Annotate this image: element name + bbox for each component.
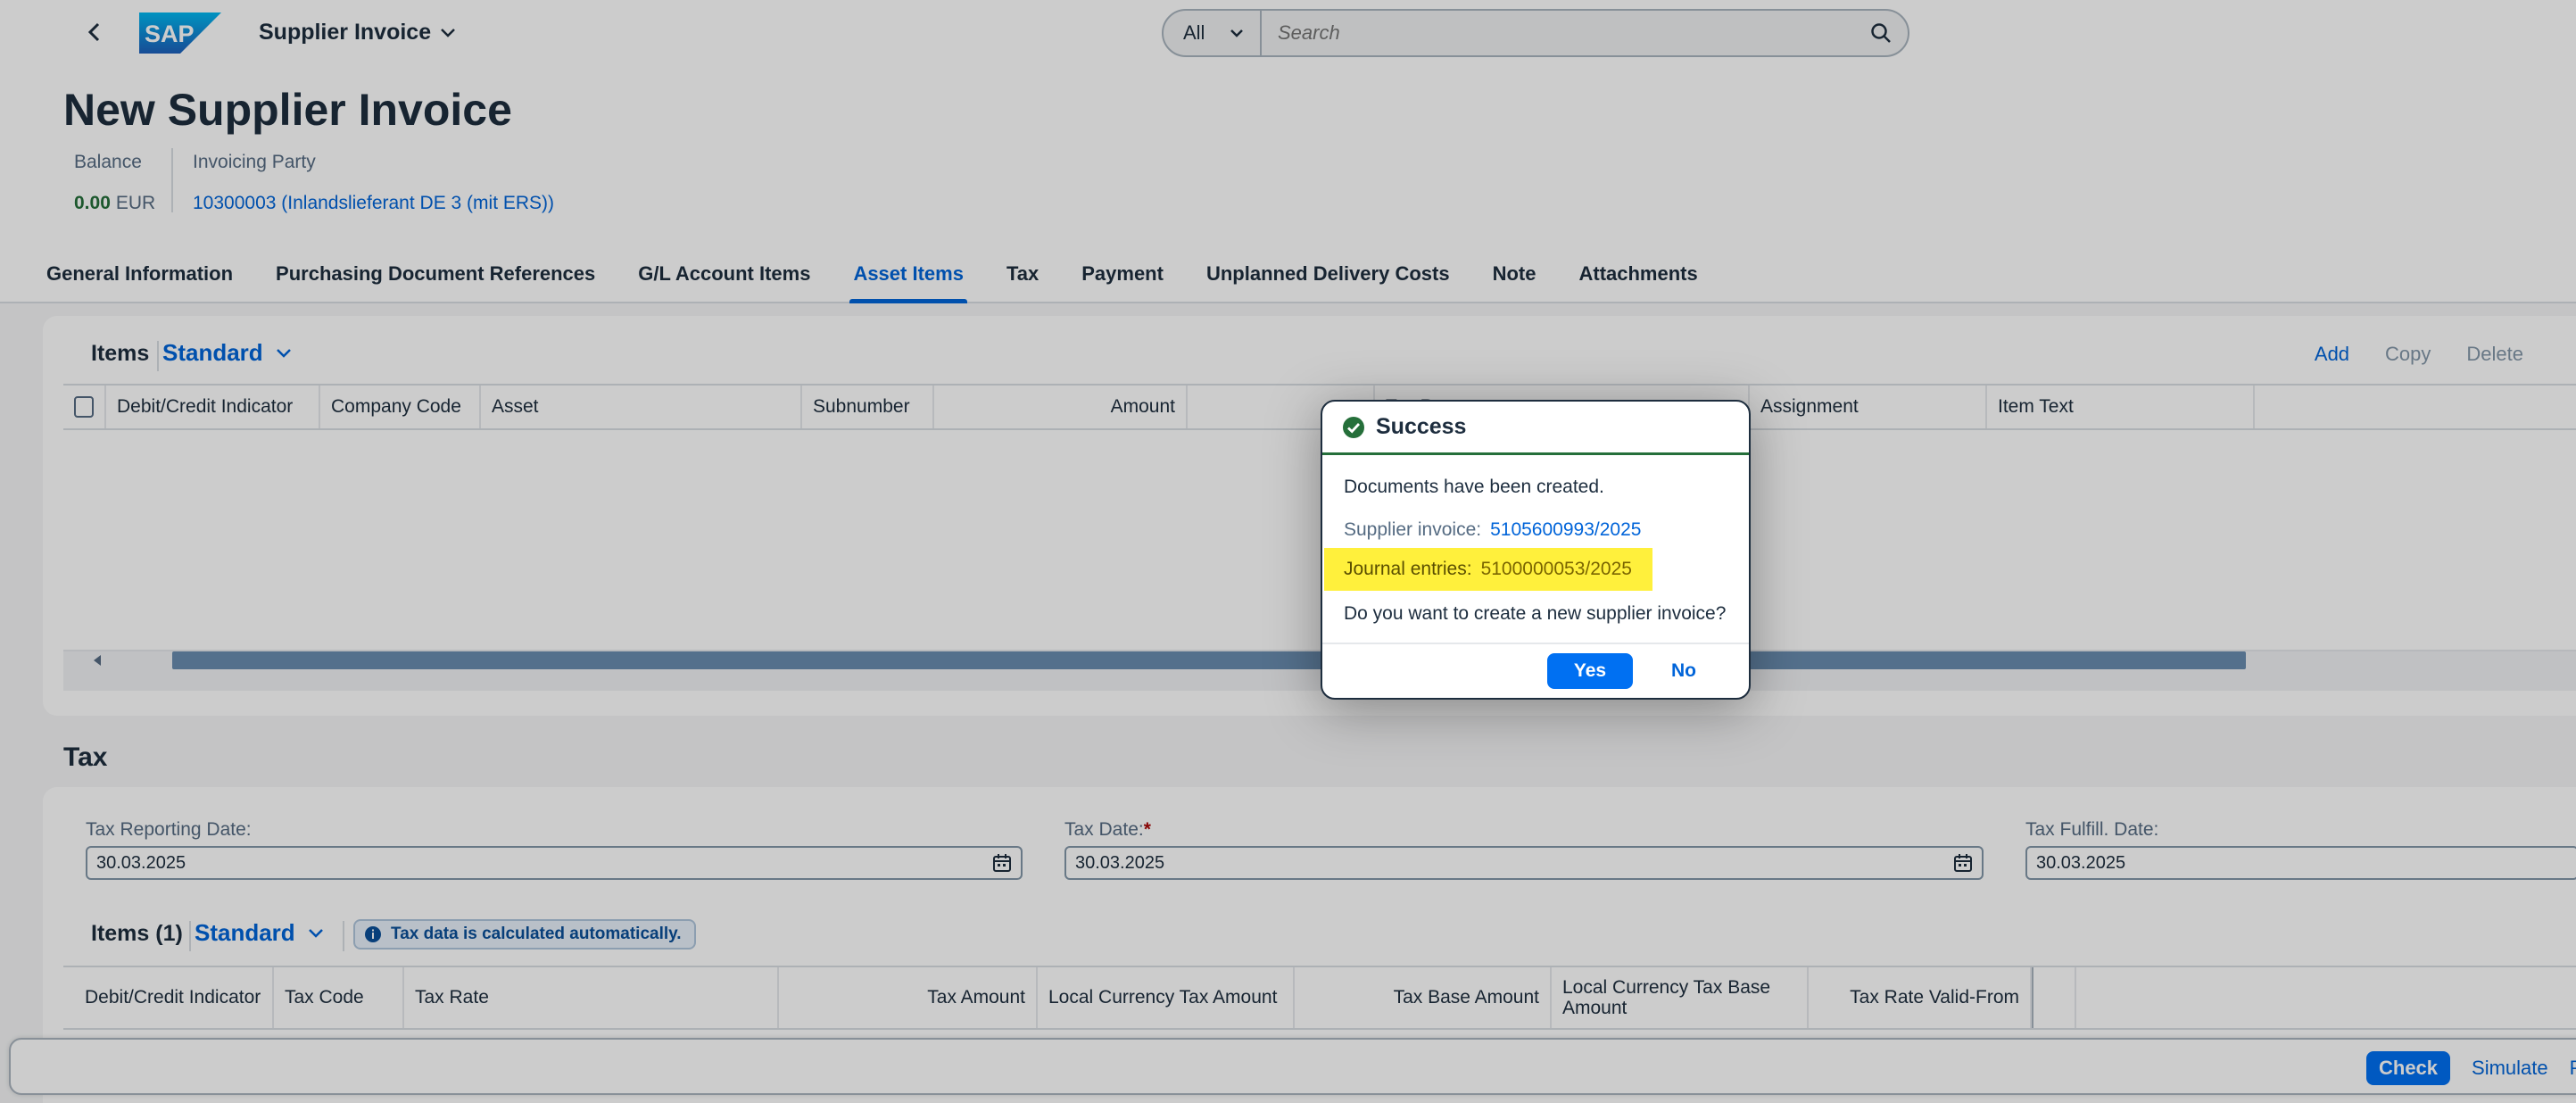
dialog-title: Success <box>1376 414 1467 439</box>
supplier-invoice-label: Supplier invoice: <box>1344 519 1482 540</box>
dialog-footer: Yes No <box>1322 643 1749 698</box>
journal-entries-highlight: Journal entries: 5100000053/2025 <box>1324 548 1652 591</box>
dialog-question: Do you want to create a new supplier inv… <box>1344 603 1727 624</box>
journal-entries-label: Journal entries: <box>1344 559 1472 579</box>
success-dialog: Success Documents have been created. Sup… <box>1321 400 1751 700</box>
supplier-invoice-link[interactable]: 5105600993/2025 <box>1490 519 1641 540</box>
journal-entries-line: Journal entries: 5100000053/2025 <box>1344 559 1632 580</box>
modal-overlay <box>0 0 2576 1103</box>
supplier-invoice-line: Supplier invoice: 5105600993/2025 <box>1344 519 1641 541</box>
dialog-header: Success <box>1322 402 1749 455</box>
success-check-icon <box>1343 416 1364 438</box>
yes-button[interactable]: Yes <box>1547 653 1633 689</box>
no-button[interactable]: No <box>1652 653 1715 689</box>
journal-entries-link[interactable]: 5100000053/2025 <box>1481 559 1632 579</box>
dialog-message: Documents have been created. <box>1344 477 1604 497</box>
